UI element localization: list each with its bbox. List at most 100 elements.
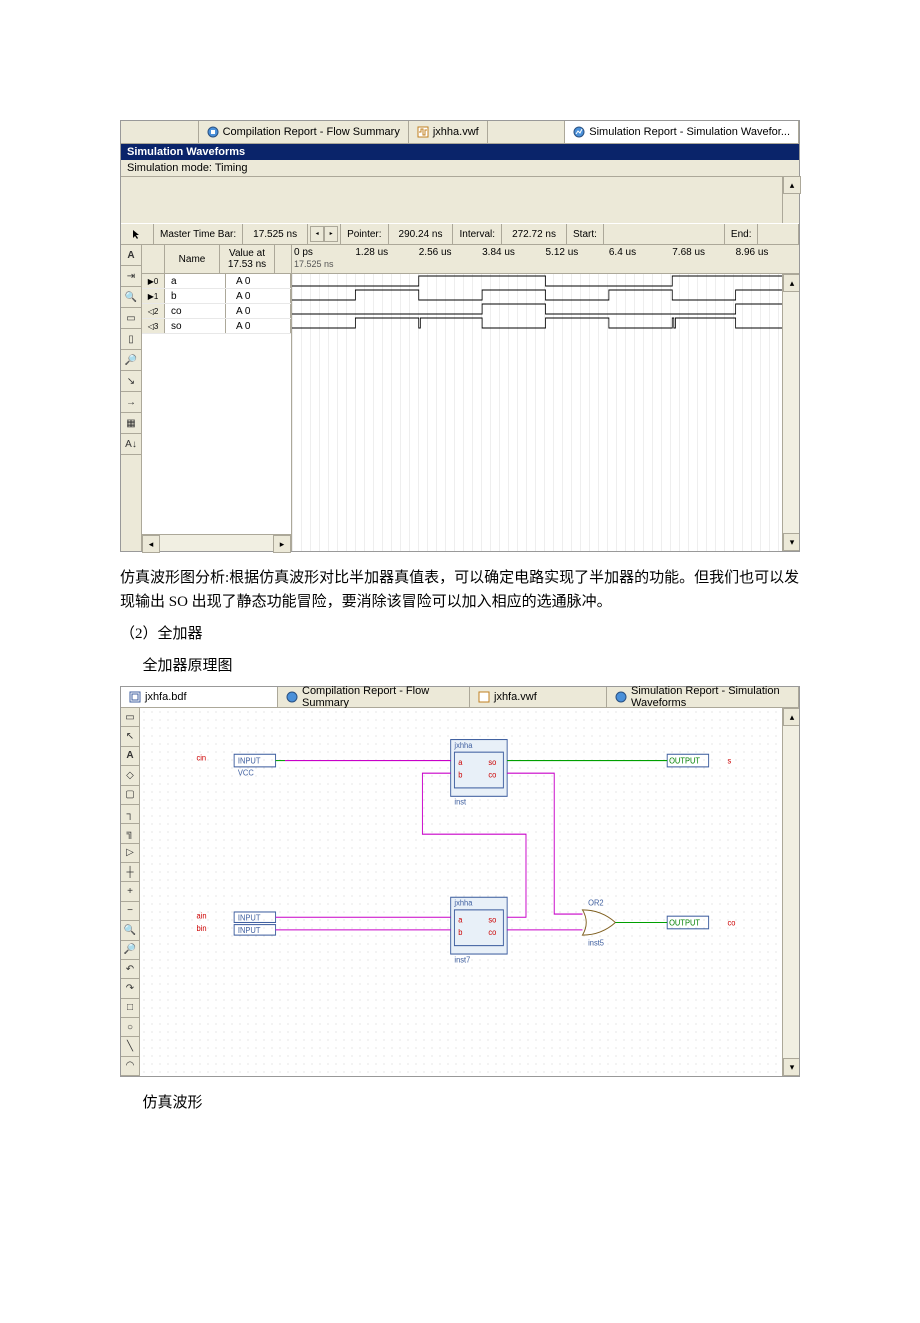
- canvas-vertical-scrollbar[interactable]: ▴ ▾: [782, 708, 799, 1076]
- vwf-file-icon: [478, 691, 490, 703]
- waveform-trace-a: [292, 274, 799, 288]
- time-tick: 1.28 us: [355, 247, 388, 258]
- end-value: [758, 224, 799, 244]
- window-title-bar: Simulation Waveforms: [121, 144, 799, 160]
- time-tick: 2.56 us: [419, 247, 452, 258]
- blank-tab-spacer: [121, 121, 199, 143]
- select-tool-icon[interactable]: ▭: [121, 708, 139, 727]
- bus-tool-icon[interactable]: ╗: [121, 824, 139, 843]
- master-time-bar-value[interactable]: 17.525 ns: [243, 224, 308, 244]
- block-name: jxhha: [453, 898, 472, 907]
- line-tool-icon[interactable]: ╲: [121, 1037, 139, 1056]
- waveform-body: A ⇥ 🔍 ▭ ▯ 🔎 ↘ → ▦ A↓ Name Value at 17.53…: [121, 245, 799, 551]
- align-tool-icon[interactable]: ⇥: [121, 266, 141, 287]
- tab-label: jxhha.vwf: [433, 126, 479, 138]
- waveform-trace-b: [292, 288, 799, 302]
- output-tag: OUTPUT: [669, 756, 700, 765]
- scroll-down-button[interactable]: ▾: [783, 533, 799, 551]
- input-bin-label: bin: [196, 924, 206, 933]
- schematic-canvas[interactable]: cin INPUT VCC ain bin INPUT INPUT jxhha …: [140, 708, 799, 1076]
- signal-row[interactable]: ▶1 b A 0: [142, 289, 291, 304]
- input-cin-label: cin: [196, 753, 206, 762]
- scroll-track[interactable]: [783, 292, 799, 533]
- signal-row[interactable]: ▶0 a A 0: [142, 274, 291, 289]
- scroll-up-button[interactable]: ▴: [783, 176, 801, 194]
- next-transition-icon[interactable]: →: [121, 392, 141, 413]
- tab-vwf-file[interactable]: jxhfa.vwf: [470, 687, 607, 707]
- scroll-left-button[interactable]: ◂: [142, 535, 160, 553]
- box-tool-icon[interactable]: ▢: [121, 786, 139, 805]
- fit-tool-icon[interactable]: ▭: [121, 308, 141, 329]
- zoom-tool-icon[interactable]: 🔍: [121, 287, 141, 308]
- sort-tool-icon[interactable]: A↓: [121, 434, 141, 455]
- signal-value-col-header: Value at 17.53 ns: [220, 245, 275, 273]
- signal-name: so: [165, 319, 226, 333]
- scroll-track[interactable]: [783, 726, 799, 1058]
- find-next-tool-icon[interactable]: ↘: [121, 371, 141, 392]
- sim-report-icon: [573, 126, 585, 138]
- find-tool-icon[interactable]: 🔎: [121, 350, 141, 371]
- signal-name: co: [165, 304, 226, 318]
- vertical-scrollbar[interactable]: ▴: [782, 176, 799, 223]
- text-tool-icon[interactable]: A: [121, 245, 141, 266]
- time-ruler: 0 ps 17.525 ns 1.28 us 2.56 us 3.84 us 5…: [292, 245, 799, 274]
- step-right-button[interactable]: ▸: [324, 226, 338, 242]
- output-tag: OUTPUT: [669, 918, 700, 927]
- text-tool-icon[interactable]: A: [121, 747, 139, 766]
- time-tick: 8.96 us: [736, 247, 769, 258]
- redo-icon[interactable]: ↷: [121, 979, 139, 998]
- arc-tool-icon[interactable]: ◠: [121, 1057, 139, 1076]
- schematic-body: ▭ ↖ A ◇ ▢ ┐ ╗ ▷ ┼ + − 🔍 🔎 ↶ ↷ □ ○ ╲ ◠ ci…: [121, 708, 799, 1076]
- simulation-mode-label: Simulation mode: Timing: [121, 160, 799, 177]
- scroll-track[interactable]: [160, 535, 273, 551]
- scroll-right-button[interactable]: ▸: [273, 535, 291, 553]
- cursor-tool-icon[interactable]: [121, 224, 154, 244]
- signal-row[interactable]: ◁3 so A 0: [142, 319, 291, 334]
- find-icon[interactable]: 🔎: [121, 941, 139, 960]
- step-left-button[interactable]: ◂: [310, 226, 324, 242]
- header-spacer: ▴: [121, 177, 799, 224]
- block-name: jxhha: [453, 741, 472, 750]
- scroll-down-button[interactable]: ▾: [783, 1058, 799, 1076]
- time-step-buttons[interactable]: ◂ ▸: [308, 224, 341, 244]
- pointer-tool-icon[interactable]: ↖: [121, 727, 139, 746]
- bus-tool-icon[interactable]: ▦: [121, 413, 141, 434]
- port-b: b: [458, 770, 463, 779]
- value-header-l2: 17.53 ns: [228, 259, 266, 270]
- signal-list-empty: [142, 334, 291, 534]
- port-co: co: [488, 928, 496, 937]
- simulation-waveform-window: Compilation Report - Flow Summary jxhha.…: [120, 120, 800, 552]
- zoom-in-icon[interactable]: +: [121, 882, 139, 901]
- tab-compilation-report[interactable]: Compilation Report - Flow Summary: [199, 121, 409, 143]
- waveform-canvas-panel: 0 ps 17.525 ns 1.28 us 2.56 us 3.84 us 5…: [292, 245, 799, 551]
- symbol-tool-icon[interactable]: ◇: [121, 766, 139, 785]
- zoom-fit-icon[interactable]: 🔍: [121, 921, 139, 940]
- waveform-canvas[interactable]: ▴ ▾: [292, 274, 799, 551]
- input-ain-label: ain: [196, 911, 206, 920]
- undo-icon[interactable]: ↶: [121, 960, 139, 979]
- tab-simulation-report[interactable]: Simulation Report - Simulation Wavefor..…: [565, 121, 799, 143]
- tab-vwf-file[interactable]: jxhha.vwf: [409, 121, 488, 143]
- signal-list-hscroll[interactable]: ◂ ▸: [142, 534, 291, 551]
- signal-value: A 0: [226, 319, 291, 333]
- tab-compilation-report[interactable]: Compilation Report - Flow Summary: [278, 687, 470, 707]
- schematic-editor-window: jxhfa.bdf Compilation Report - Flow Summ…: [120, 686, 800, 1077]
- tab-simulation-report[interactable]: Simulation Report - Simulation Waveforms: [607, 687, 799, 707]
- cursor-tool-icon[interactable]: ▯: [121, 329, 141, 350]
- port-tool-icon[interactable]: ▷: [121, 844, 139, 863]
- tab-bdf-file[interactable]: jxhfa.bdf: [121, 687, 278, 707]
- end-label: End:: [725, 224, 759, 244]
- time-tick: 6.4 us: [609, 247, 636, 258]
- oval-tool-icon[interactable]: ○: [121, 1018, 139, 1037]
- scroll-up-button[interactable]: ▴: [783, 708, 799, 726]
- signal-name: b: [165, 289, 226, 303]
- zoom-out-icon[interactable]: −: [121, 902, 139, 921]
- junction-tool-icon[interactable]: ┼: [121, 863, 139, 882]
- scroll-up-button[interactable]: ▴: [783, 274, 799, 292]
- canvas-vertical-scrollbar[interactable]: ▴ ▾: [782, 274, 799, 551]
- schematic-drawing: cin INPUT VCC ain bin INPUT INPUT jxhha …: [140, 708, 799, 1076]
- wire-tool-icon[interactable]: ┐: [121, 805, 139, 824]
- pointer-label: Pointer:: [341, 224, 388, 244]
- rect-tool-icon[interactable]: □: [121, 999, 139, 1018]
- signal-row[interactable]: ◁2 co A 0: [142, 304, 291, 319]
